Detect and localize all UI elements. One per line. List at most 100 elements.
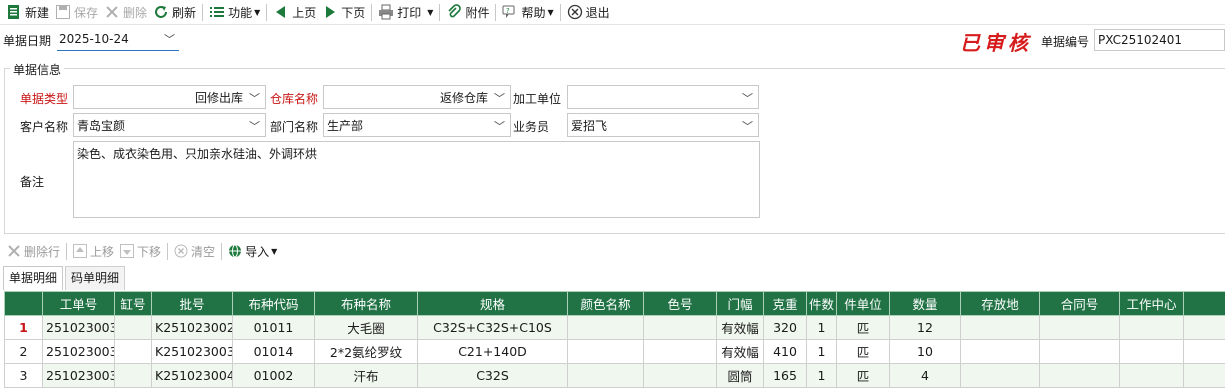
- cell-spec[interactable]: C21+140D: [417, 339, 568, 364]
- cell-vat-no[interactable]: [114, 363, 152, 388]
- column-header-storage[interactable]: 存放地: [960, 291, 1040, 316]
- cell-color-no[interactable]: [643, 315, 717, 340]
- customer-select[interactable]: 青岛宝颜 ﹀: [73, 113, 266, 137]
- cell-work-center[interactable]: [1119, 315, 1184, 340]
- exit-button[interactable]: 退出: [564, 1, 613, 23]
- cell-storage[interactable]: [960, 315, 1040, 340]
- cell-gram-weight[interactable]: 165: [763, 363, 807, 388]
- toolbar-separator: [559, 3, 561, 21]
- salesman-select[interactable]: 爱招飞 ﹀: [567, 113, 759, 137]
- cell-work-order[interactable]: 251023003: [42, 339, 115, 364]
- cell-width[interactable]: 有效幅: [716, 339, 764, 364]
- column-header-gram-weight[interactable]: 克重: [763, 291, 807, 316]
- next-page-button[interactable]: 下页: [319, 1, 368, 23]
- column-header-vat-no[interactable]: 缸号: [114, 291, 152, 316]
- cell-fabric-code[interactable]: 01002: [232, 363, 315, 388]
- cell-piece-unit[interactable]: 匹: [836, 339, 890, 364]
- cell-piece-unit[interactable]: 匹: [836, 315, 890, 340]
- cell-color-name[interactable]: [567, 339, 644, 364]
- cell-contract-no[interactable]: [1039, 339, 1120, 364]
- tab-bill-detail[interactable]: 单据明细: [3, 266, 64, 290]
- cell-fabric-code[interactable]: 01014: [232, 339, 315, 364]
- save-button[interactable]: 保存: [52, 1, 101, 23]
- cell-contract-no[interactable]: [1039, 363, 1120, 388]
- chevron-down-icon: ﹀: [494, 120, 505, 133]
- cell-quantity[interactable]: 10: [889, 339, 961, 364]
- function-menu-button[interactable]: 功能 ▼: [206, 1, 263, 23]
- cell-pieces[interactable]: 1: [806, 315, 837, 340]
- cell-work-center[interactable]: [1119, 363, 1184, 388]
- cell-color-name[interactable]: [567, 315, 644, 340]
- move-up-button[interactable]: 上移: [70, 240, 117, 262]
- column-header-spec[interactable]: 规格: [417, 291, 568, 316]
- column-header-work-order[interactable]: 工单号: [42, 291, 115, 316]
- column-header-piece-unit[interactable]: 件单位: [836, 291, 890, 316]
- cell-quantity[interactable]: 12: [889, 315, 961, 340]
- refresh-button[interactable]: 刷新: [150, 1, 199, 23]
- memo-textarea[interactable]: 染色、成衣染色用、只加亲水硅油、外调环烘: [73, 141, 760, 218]
- column-header-fabric-code[interactable]: 布种代码: [232, 291, 315, 316]
- processing-unit-select[interactable]: ﹀: [567, 85, 759, 109]
- cell-work-order[interactable]: 251023003: [42, 315, 115, 340]
- delete-button[interactable]: 删除: [101, 1, 150, 23]
- cell-width[interactable]: 圆筒: [716, 363, 764, 388]
- toolbar-separator: [266, 3, 268, 21]
- cell-width[interactable]: 有效幅: [716, 315, 764, 340]
- cell-vat-no[interactable]: [114, 315, 152, 340]
- column-header-fabric-name[interactable]: 布种名称: [314, 291, 418, 316]
- column-header-batch[interactable]: 批号: [151, 291, 233, 316]
- cell-fabric-name[interactable]: 汗布: [314, 363, 418, 388]
- cell-storage[interactable]: [960, 339, 1040, 364]
- warehouse-select[interactable]: 返修仓库 ﹀: [323, 85, 511, 109]
- cell-fabric-code[interactable]: 01011: [232, 315, 315, 340]
- bill-number-field[interactable]: PXC25102401: [1094, 29, 1225, 51]
- cell-color-name[interactable]: [567, 363, 644, 388]
- toolbar-separator: [371, 3, 373, 21]
- table-row[interactable]: 3 251023003 K251023004 01002 汗布 C32S 圆筒 …: [4, 363, 1225, 388]
- cell-pieces[interactable]: 1: [806, 363, 837, 388]
- column-header-color-no[interactable]: 色号: [643, 291, 717, 316]
- column-header-color-name[interactable]: 颜色名称: [567, 291, 644, 316]
- cell-fabric-name[interactable]: 大毛圈: [314, 315, 418, 340]
- new-button[interactable]: 新建: [3, 1, 52, 23]
- cell-work-center[interactable]: [1119, 339, 1184, 364]
- cell-batch[interactable]: K251023003: [151, 339, 233, 364]
- detail-tabs: 单据明细 码单明细: [3, 266, 127, 290]
- cell-contract-no[interactable]: [1039, 315, 1120, 340]
- table-row[interactable]: 1 251023003 K251023002 01011 大毛圈 C32S+C3…: [4, 315, 1225, 340]
- attachment-button[interactable]: 附件: [443, 1, 492, 23]
- tab-code-detail[interactable]: 码单明细: [65, 266, 126, 290]
- cell-work-order[interactable]: 251023003: [42, 363, 115, 388]
- cell-vat-no[interactable]: [114, 339, 152, 364]
- cell-storage[interactable]: [960, 363, 1040, 388]
- column-header-width[interactable]: 门幅: [716, 291, 764, 316]
- cell-spec[interactable]: C32S+C32S+C10S: [417, 315, 568, 340]
- bill-type-select[interactable]: 回修出库 ﹀: [73, 85, 266, 109]
- cell-gram-weight[interactable]: 410: [763, 339, 807, 364]
- cell-piece-unit[interactable]: 匹: [836, 363, 890, 388]
- cell-color-no[interactable]: [643, 339, 717, 364]
- column-header-work-center[interactable]: 工作中心: [1119, 291, 1184, 316]
- cell-spec[interactable]: C32S: [417, 363, 568, 388]
- print-button[interactable]: 打印 ▼: [375, 1, 436, 23]
- department-select[interactable]: 生产部 ﹀: [323, 113, 511, 137]
- table-row[interactable]: 2 251023003 K251023003 01014 2*2氨纶罗纹 C21…: [4, 339, 1225, 364]
- new-document-icon: [6, 4, 22, 20]
- cell-batch[interactable]: K251023002: [151, 315, 233, 340]
- delete-row-button[interactable]: 删除行: [4, 240, 63, 262]
- help-menu-button[interactable]: ? 帮助 ▼: [499, 1, 556, 23]
- clear-button[interactable]: 清空: [171, 240, 218, 262]
- cell-gram-weight[interactable]: 320: [763, 315, 807, 340]
- cell-batch[interactable]: K251023004: [151, 363, 233, 388]
- cell-fabric-name[interactable]: 2*2氨纶罗纹: [314, 339, 418, 364]
- bill-date-picker[interactable]: 2025-10-24 ﹀: [57, 28, 179, 51]
- cell-quantity[interactable]: 4: [889, 363, 961, 388]
- prev-page-button[interactable]: 上页: [270, 1, 319, 23]
- column-header-contract-no[interactable]: 合同号: [1039, 291, 1120, 316]
- import-menu-button[interactable]: 导入 ▼: [225, 240, 280, 262]
- column-header-quantity[interactable]: 数量: [889, 291, 961, 316]
- cell-pieces[interactable]: 1: [806, 339, 837, 364]
- move-down-button[interactable]: 下移: [117, 240, 164, 262]
- cell-color-no[interactable]: [643, 363, 717, 388]
- column-header-pieces[interactable]: 件数: [806, 291, 837, 316]
